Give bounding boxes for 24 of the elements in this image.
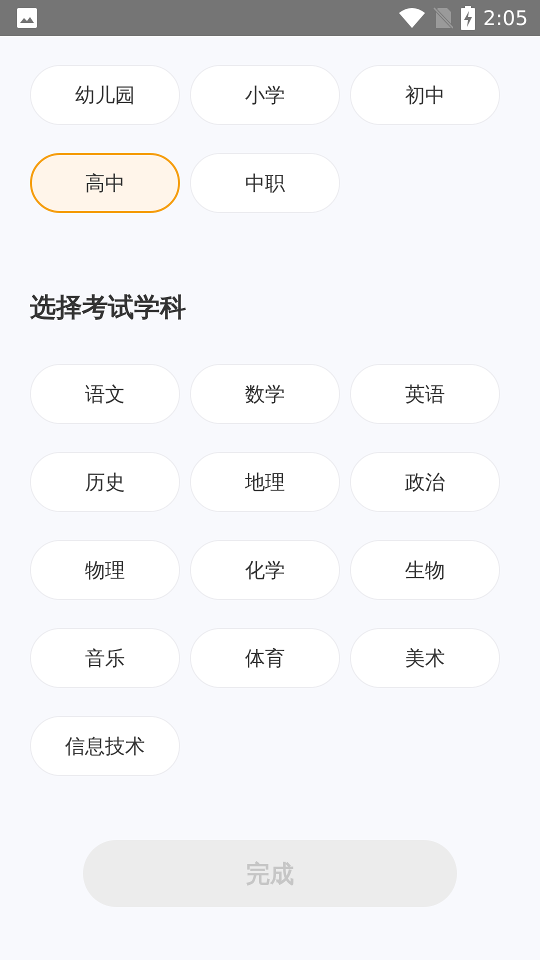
image-icon <box>16 7 38 29</box>
subject-chip[interactable]: 音乐 <box>30 628 180 688</box>
status-time: 2:05 <box>483 5 528 32</box>
subject-chip[interactable]: 英语 <box>350 364 500 424</box>
subject-chip[interactable]: 美术 <box>350 628 500 688</box>
grade-chip[interactable]: 小学 <box>190 65 340 125</box>
subject-chip[interactable]: 历史 <box>30 452 180 512</box>
subject-chip[interactable]: 信息技术 <box>30 716 180 776</box>
no-sim-icon <box>433 7 454 29</box>
grade-chip[interactable]: 幼儿园 <box>30 65 180 125</box>
subject-chip[interactable]: 地理 <box>190 452 340 512</box>
subject-chip[interactable]: 数学 <box>190 364 340 424</box>
subject-chip[interactable]: 生物 <box>350 540 500 600</box>
subject-chip[interactable]: 物理 <box>30 540 180 600</box>
subject-chip[interactable]: 政治 <box>350 452 500 512</box>
grade-chip[interactable]: 初中 <box>350 65 500 125</box>
subject-chip[interactable]: 语文 <box>30 364 180 424</box>
subject-chip[interactable]: 体育 <box>190 628 340 688</box>
grade-chip[interactable]: 高中 <box>30 153 180 213</box>
section-title: 选择考试学科 <box>29 292 187 325</box>
battery-charging-icon <box>461 6 476 30</box>
subject-chip[interactable]: 化学 <box>190 540 340 600</box>
wifi-icon <box>399 8 426 28</box>
grade-chip[interactable]: 中职 <box>190 153 340 213</box>
